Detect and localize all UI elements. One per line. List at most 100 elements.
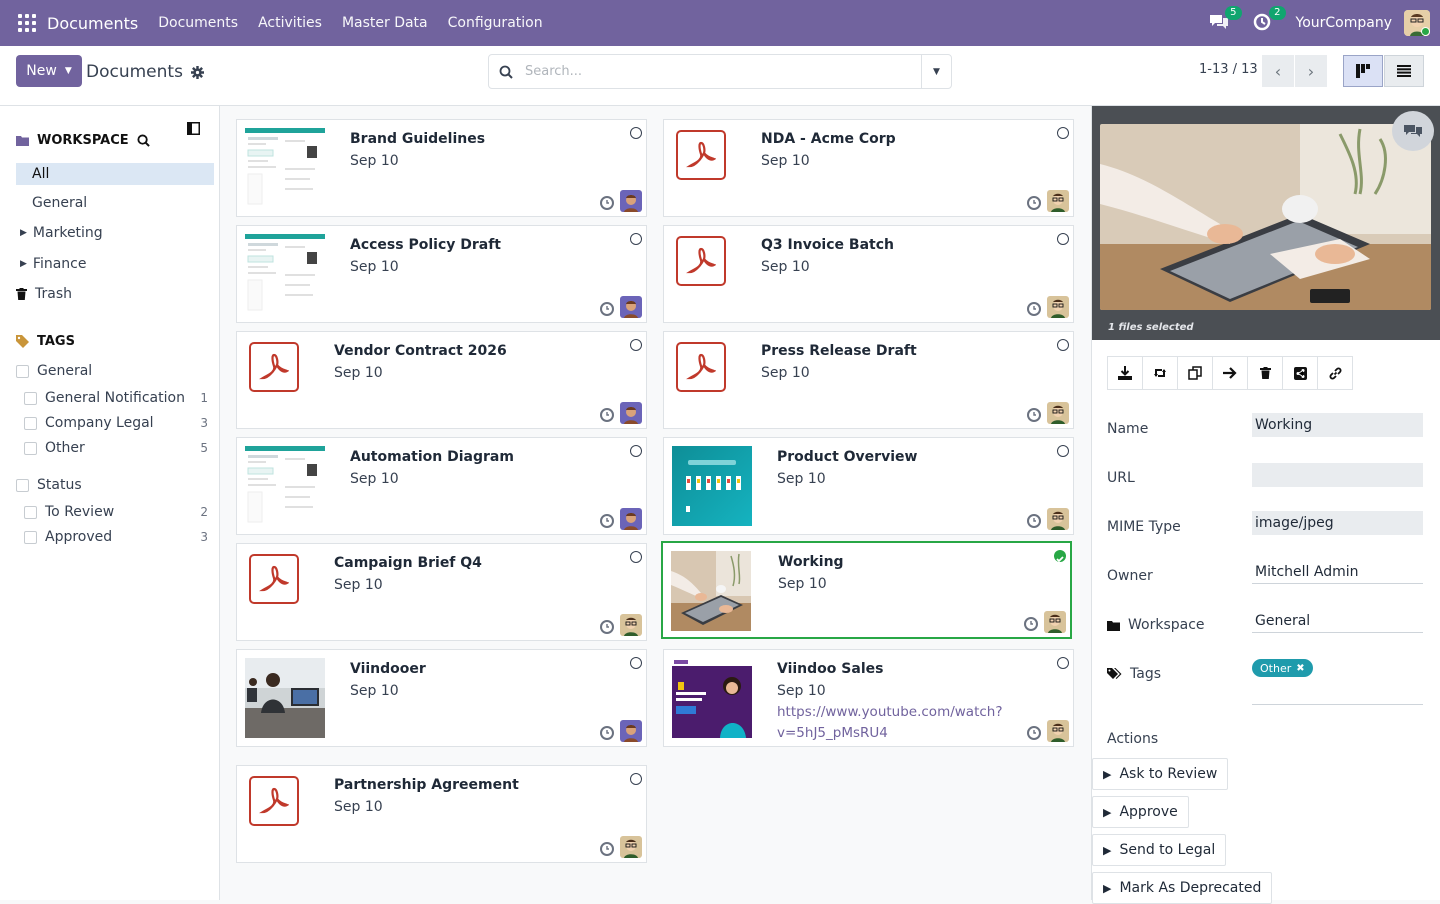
app-title[interactable]: Documents	[47, 14, 138, 33]
document-card[interactable]: Press Release Draft Sep 10	[663, 331, 1074, 429]
menu-configuration[interactable]: Configuration	[448, 15, 543, 31]
tag-company-legal[interactable]: Company Legal 3	[24, 413, 208, 433]
clock-icon[interactable]	[1027, 726, 1041, 740]
action-mark-as-deprecated[interactable]: ▶ Mark As Deprecated	[1092, 872, 1273, 904]
pager-previous-button[interactable]: ‹	[1262, 55, 1294, 87]
document-thumbnail[interactable]	[672, 658, 752, 738]
list-view-button[interactable]	[1384, 55, 1424, 87]
kanban-view-button[interactable]	[1343, 55, 1383, 87]
document-card[interactable]: Campaign Brief Q4 Sep 10	[236, 543, 647, 641]
owner-avatar[interactable]	[1044, 611, 1066, 633]
workspace-field[interactable]: General	[1252, 609, 1423, 633]
new-button[interactable]: New ▼	[16, 55, 82, 87]
checkbox[interactable]	[16, 364, 29, 378]
checkbox[interactable]	[24, 391, 37, 405]
select-circle-icon[interactable]	[630, 233, 642, 245]
checkbox[interactable]	[24, 441, 37, 455]
search-options-toggle[interactable]: ▼	[921, 55, 951, 88]
name-field[interactable]: Working	[1252, 413, 1423, 437]
menu-master-data[interactable]: Master Data	[342, 15, 428, 31]
download-button[interactable]	[1107, 356, 1143, 390]
activity-icon[interactable]: 2	[1252, 6, 1286, 34]
tag-approved[interactable]: Approved 3	[24, 527, 208, 547]
select-circle-icon[interactable]	[630, 445, 642, 457]
owner-avatar[interactable]	[620, 836, 642, 858]
select-circle-icon[interactable]	[1057, 657, 1069, 669]
document-card[interactable]: Q3 Invoice Batch Sep 10	[663, 225, 1074, 323]
owner-avatar[interactable]	[1047, 190, 1069, 212]
checkbox[interactable]	[24, 505, 37, 519]
preview-image[interactable]	[1100, 124, 1431, 310]
document-card[interactable]: NDA - Acme Corp Sep 10	[663, 119, 1074, 217]
clock-icon[interactable]	[600, 302, 614, 316]
search-input[interactable]: Search...	[525, 64, 921, 79]
tag-group-general[interactable]: General	[16, 361, 200, 381]
chatter-toggle-button[interactable]	[1392, 111, 1434, 151]
owner-avatar[interactable]	[620, 720, 642, 742]
document-thumbnail[interactable]	[671, 551, 751, 631]
mime-type-field[interactable]: image/jpeg	[1252, 511, 1423, 535]
owner-avatar[interactable]	[1047, 720, 1069, 742]
workspace-item-all[interactable]: All	[16, 163, 214, 185]
share-button[interactable]	[1282, 356, 1318, 390]
duplicate-button[interactable]	[1177, 356, 1213, 390]
pager-value[interactable]: 1-13 / 13	[1199, 62, 1258, 77]
document-thumbnail[interactable]	[672, 446, 752, 526]
document-card[interactable]: Partnership Agreement Sep 10	[236, 765, 647, 863]
pager-next-button[interactable]: ›	[1295, 55, 1327, 87]
select-circle-icon[interactable]	[630, 551, 642, 563]
document-thumbnail[interactable]	[245, 128, 325, 208]
search-icon[interactable]	[137, 134, 150, 147]
clock-icon[interactable]	[1024, 617, 1038, 631]
owner-avatar[interactable]	[1047, 402, 1069, 424]
caret-right-icon[interactable]: ▶	[20, 228, 27, 238]
clock-icon[interactable]	[1027, 514, 1041, 528]
document-url-line-2[interactable]: v=5hJ5_pMsRU4	[777, 723, 888, 744]
tags-input-line[interactable]	[1252, 704, 1423, 705]
clock-icon[interactable]	[1027, 408, 1041, 422]
checkbox[interactable]	[24, 530, 37, 544]
chat-icon[interactable]: 5	[1208, 6, 1242, 34]
caret-right-icon[interactable]: ▶	[20, 259, 27, 269]
document-card[interactable]: Viindooer Sep 10	[236, 649, 647, 747]
tag-other[interactable]: Other 5	[24, 438, 208, 458]
owner-avatar[interactable]	[620, 296, 642, 318]
checkbox[interactable]	[16, 478, 29, 492]
select-circle-icon[interactable]	[1057, 445, 1069, 457]
document-card[interactable]: Access Policy Draft Sep 10	[236, 225, 647, 323]
document-thumbnail[interactable]	[245, 658, 325, 738]
menu-documents[interactable]: Documents	[158, 15, 238, 31]
move-button[interactable]	[1212, 356, 1248, 390]
selected-check-icon[interactable]	[1054, 550, 1066, 563]
gear-icon[interactable]	[190, 65, 204, 79]
action-ask-to-review[interactable]: ▶ Ask to Review	[1092, 758, 1229, 790]
replace-button[interactable]	[1142, 356, 1178, 390]
clock-icon[interactable]	[1027, 302, 1041, 316]
document-card[interactable]: Brand Guidelines Sep 10	[236, 119, 647, 217]
select-circle-icon[interactable]	[630, 657, 642, 669]
tag-group-status[interactable]: Status	[16, 475, 200, 495]
owner-avatar[interactable]	[620, 402, 642, 424]
copy-link-button[interactable]	[1317, 356, 1353, 390]
document-card[interactable]: Product Overview Sep 10	[663, 437, 1074, 535]
delete-button[interactable]	[1247, 356, 1283, 390]
clock-icon[interactable]	[600, 842, 614, 856]
document-thumbnail[interactable]	[245, 234, 325, 314]
clock-icon[interactable]	[600, 514, 614, 528]
select-circle-icon[interactable]	[630, 339, 642, 351]
select-circle-icon[interactable]	[1057, 127, 1069, 139]
clock-icon[interactable]	[600, 726, 614, 740]
document-card[interactable]: Automation Diagram Sep 10	[236, 437, 647, 535]
select-circle-icon[interactable]	[1057, 233, 1069, 245]
close-icon[interactable]: ✖	[1296, 663, 1304, 674]
tag-to-review[interactable]: To Review 2	[24, 502, 208, 522]
toggle-sidebar-icon[interactable]	[187, 122, 200, 135]
clock-icon[interactable]	[600, 620, 614, 634]
tag-badge-other[interactable]: Other ✖	[1252, 659, 1313, 677]
workspace-item-finance[interactable]: ▶ Finance	[16, 253, 214, 275]
apps-menu-icon[interactable]	[18, 14, 36, 32]
action-approve[interactable]: ▶ Approve	[1092, 796, 1189, 828]
workspace-item-general[interactable]: General	[16, 192, 214, 214]
owner-avatar[interactable]	[1047, 508, 1069, 530]
document-card[interactable]: Viindoo Sales Sep 10 https://www.youtube.c…	[663, 649, 1074, 747]
